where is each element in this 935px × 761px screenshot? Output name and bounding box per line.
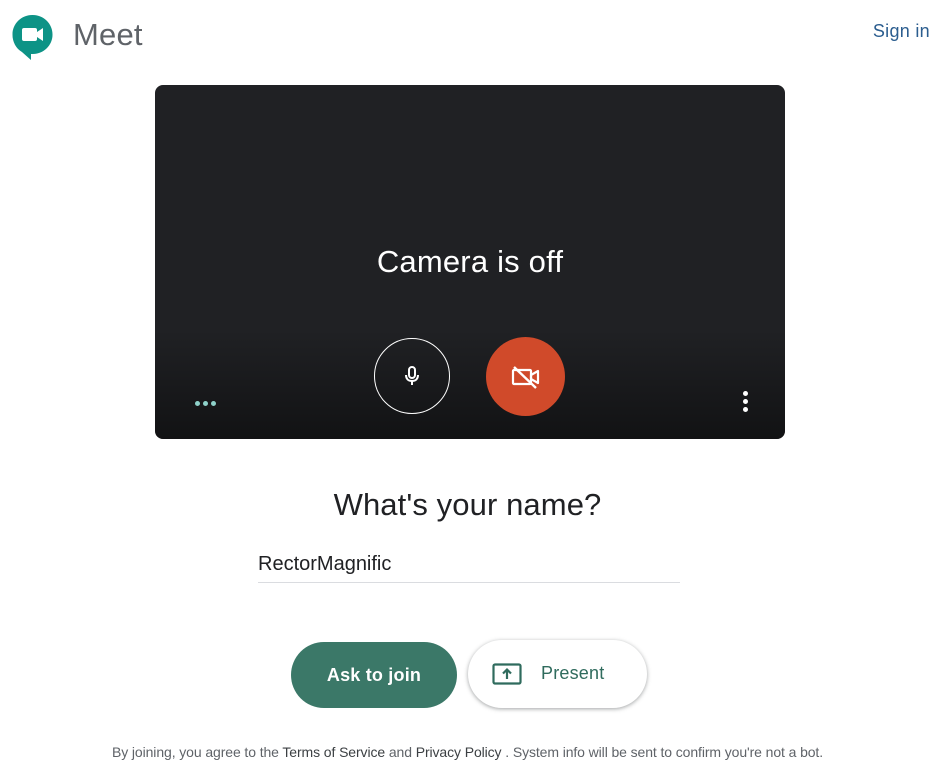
preview-gradient	[155, 329, 785, 439]
microphone-toggle-button[interactable]	[374, 338, 450, 414]
present-screen-icon	[492, 663, 522, 685]
privacy-policy-link[interactable]: Privacy Policy	[416, 744, 502, 760]
meet-join-page: Meet Sign in Camera is off What's your n…	[0, 0, 935, 761]
more-options-button[interactable]	[733, 387, 757, 415]
present-label: Present	[541, 663, 605, 683]
camera-toggle-button[interactable]	[486, 337, 565, 416]
more-vertical-icon	[742, 390, 748, 396]
sign-in-link[interactable]: Sign in	[873, 21, 930, 42]
camera-preview: Camera is off	[155, 85, 785, 439]
meet-logo-icon[interactable]	[10, 13, 55, 61]
footer-text-and: and	[388, 744, 412, 760]
microphone-icon	[405, 366, 419, 385]
camera-status-text: Camera is off	[376, 244, 564, 279]
name-prompt-heading: What's your name?	[333, 487, 602, 522]
footer-text-after: . System info will be sent to confirm yo…	[505, 744, 824, 760]
name-input[interactable]	[258, 547, 680, 583]
footer-text-before: By joining, you agree to the	[111, 744, 279, 760]
terms-of-service-link[interactable]: Terms of Service	[282, 744, 385, 760]
three-dots-icon	[195, 396, 221, 410]
legal-footer: By joining, you agree to the Terms of Se…	[0, 744, 935, 760]
present-button[interactable]: Present	[468, 640, 647, 708]
app-title: Meet	[73, 17, 143, 52]
camera-off-icon	[511, 365, 539, 389]
ask-to-join-button[interactable]: Ask to join	[291, 642, 457, 708]
